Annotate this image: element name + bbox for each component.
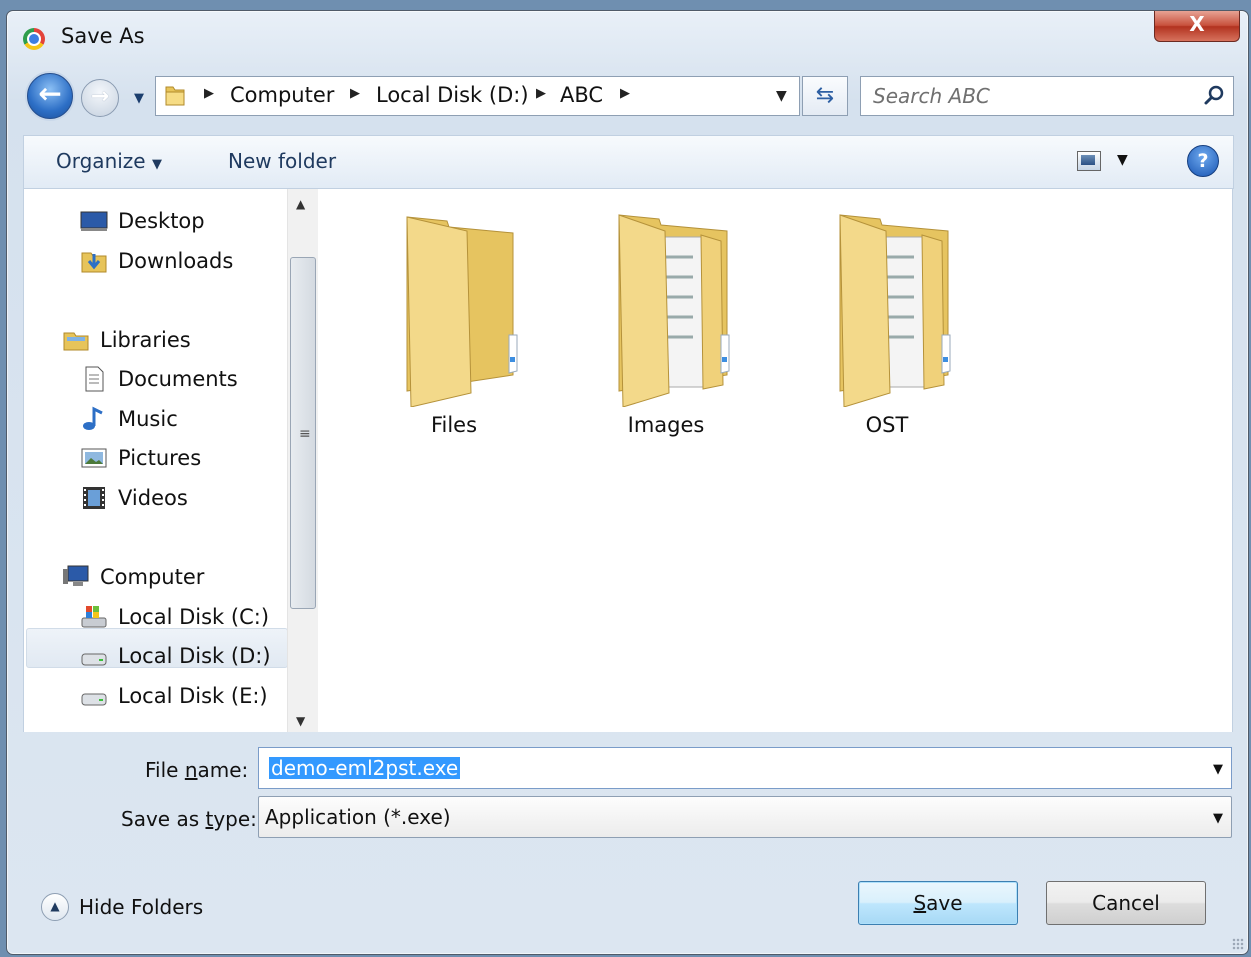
breadcrumb-local-disk-d[interactable]: Local Disk (D:) xyxy=(376,83,529,107)
resize-grip-icon[interactable] xyxy=(1232,938,1244,950)
title-bar: Save As X xyxy=(7,11,1248,65)
breadcrumb-separator[interactable]: ▶ xyxy=(204,86,214,101)
back-arrow-icon: ← xyxy=(38,77,62,110)
folder-with-documents-icon xyxy=(618,214,730,408)
downloads-icon xyxy=(81,252,107,273)
empty-folder-icon xyxy=(406,216,518,408)
back-button[interactable]: ← xyxy=(27,73,73,119)
nav-item-downloads[interactable]: Downloads xyxy=(80,243,233,279)
change-view-button[interactable] xyxy=(1077,151,1101,171)
refresh-icon: ⇆ xyxy=(815,83,835,108)
forward-arrow-icon: → xyxy=(90,84,110,109)
file-name-label: File name: xyxy=(145,758,249,782)
view-options-dropdown[interactable]: ▼ xyxy=(1117,152,1128,168)
chevron-down-icon: ▼ xyxy=(151,157,162,172)
scroll-thumb[interactable]: ≡ xyxy=(290,257,316,609)
search-box[interactable] xyxy=(860,76,1234,116)
folder-icon xyxy=(165,86,185,106)
breadcrumb-separator[interactable]: ▶ xyxy=(350,86,360,101)
save-as-type-label: Save as type: xyxy=(121,807,257,831)
computer-icon xyxy=(63,565,89,586)
organize-button[interactable]: Organize ▼ xyxy=(56,149,162,173)
chrome-icon xyxy=(23,28,45,50)
folder-label: Files xyxy=(430,413,478,437)
save-button[interactable]: Save xyxy=(858,881,1018,925)
refresh-button[interactable]: ⇆ xyxy=(802,76,848,116)
cancel-button[interactable]: Cancel xyxy=(1046,881,1206,925)
nav-scrollbar[interactable]: ▲ ≡ ▼ xyxy=(287,189,318,732)
scroll-down-arrow-icon[interactable]: ▼ xyxy=(296,714,305,728)
nav-item-videos[interactable]: Videos xyxy=(80,480,188,516)
pictures-icon xyxy=(81,448,107,468)
chevron-down-icon[interactable]: ▼ xyxy=(1213,762,1223,777)
scroll-up-arrow-icon[interactable]: ▲ xyxy=(296,197,305,211)
save-as-dialog: Save As X ← → ▼ ▶ Computer ▶ Local Disk … xyxy=(6,10,1249,955)
hide-folders-button[interactable]: ▲ Hide Folders xyxy=(41,893,203,921)
hard-drive-icon xyxy=(81,653,107,666)
grip-icon: ≡ xyxy=(299,426,311,442)
documents-icon xyxy=(85,366,104,392)
forward-button[interactable]: → xyxy=(81,79,119,117)
address-dropdown-icon[interactable]: ▼ xyxy=(776,88,787,104)
chevron-down-icon[interactable]: ▼ xyxy=(1213,811,1223,826)
nav-item-local-disk-d[interactable]: Local Disk (D:) xyxy=(80,638,271,674)
folder-item-ost[interactable]: OST xyxy=(792,207,982,437)
nav-item-computer[interactable]: Computer xyxy=(62,559,204,595)
new-folder-button[interactable]: New folder xyxy=(228,149,336,173)
search-icon[interactable] xyxy=(1203,84,1225,106)
file-name-field[interactable]: demo-eml2pst.exe ▼ xyxy=(258,747,1232,789)
help-button[interactable]: ? xyxy=(1187,145,1219,177)
breadcrumb-computer[interactable]: Computer xyxy=(230,83,334,107)
folder-with-documents-icon xyxy=(839,214,951,408)
recent-pages-dropdown[interactable]: ▼ xyxy=(134,91,144,106)
folder-item-files[interactable]: Files xyxy=(359,207,549,437)
desktop-icon xyxy=(80,211,108,231)
navigation-pane: Desktop Downloads Libraries Documents Mu… xyxy=(23,189,321,732)
nav-item-libraries[interactable]: Libraries xyxy=(62,322,191,358)
folder-item-images[interactable]: Images xyxy=(571,207,761,437)
system-drive-icon xyxy=(81,606,107,628)
chevron-up-icon: ▲ xyxy=(41,893,69,921)
command-bar: Organize ▼ New folder ▼ ? xyxy=(23,135,1234,189)
music-icon xyxy=(83,406,103,430)
file-list: Files Images OST xyxy=(321,189,1233,732)
libraries-icon xyxy=(63,332,89,351)
nav-item-local-disk-e[interactable]: Local Disk (E:) xyxy=(80,678,268,714)
breadcrumb-abc[interactable]: ABC xyxy=(560,83,603,107)
save-as-type-select[interactable]: Application (*.exe) ▼ xyxy=(258,796,1232,838)
address-bar[interactable]: ▶ Computer ▶ Local Disk (D:) ▶ ABC ▶ ▼ xyxy=(155,76,800,116)
window-title: Save As xyxy=(61,24,145,48)
videos-icon xyxy=(83,487,105,509)
nav-item-pictures[interactable]: Pictures xyxy=(80,440,201,476)
nav-item-desktop[interactable]: Desktop xyxy=(80,203,205,239)
close-button[interactable]: X xyxy=(1154,11,1240,42)
folder-label: OST xyxy=(865,413,909,437)
nav-item-local-disk-c[interactable]: Local Disk (C:) xyxy=(80,599,269,635)
breadcrumb-separator[interactable]: ▶ xyxy=(620,86,630,101)
nav-item-documents[interactable]: Documents xyxy=(80,361,238,397)
breadcrumb-separator[interactable]: ▶ xyxy=(536,86,546,101)
save-as-type-value: Application (*.exe) xyxy=(265,805,451,829)
nav-item-music[interactable]: Music xyxy=(80,401,178,437)
hard-drive-icon xyxy=(81,693,107,706)
folder-label: Images xyxy=(627,413,705,437)
file-name-input[interactable]: demo-eml2pst.exe xyxy=(269,757,461,779)
search-input[interactable] xyxy=(871,81,1195,111)
